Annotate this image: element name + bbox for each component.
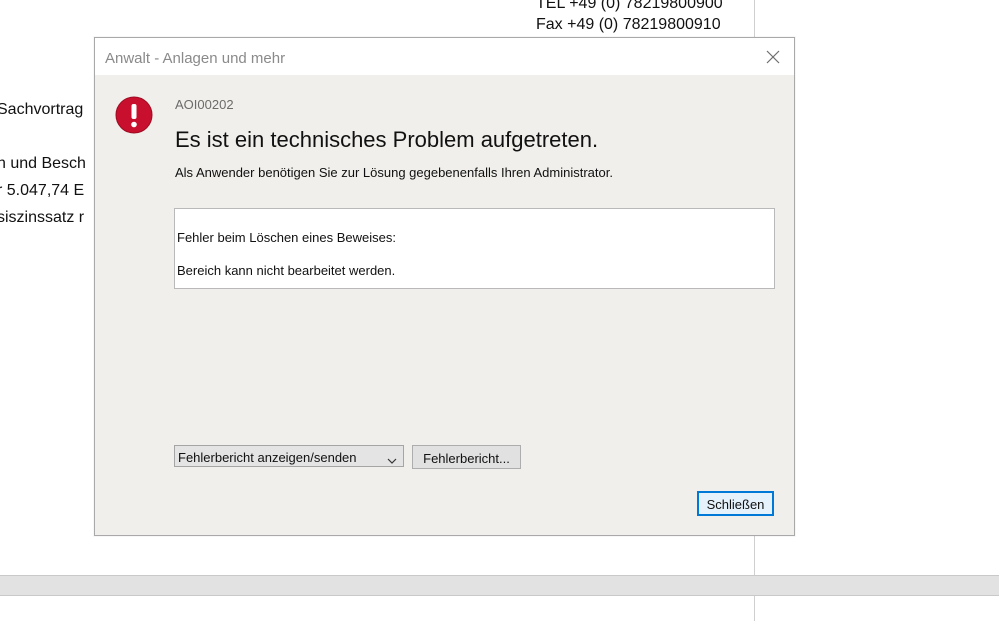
doc-text-line-1: Sachvortrag	[0, 101, 84, 118]
doc-tel-line: TEL +49 (0) 78219800900	[536, 0, 723, 12]
screen: TEL +49 (0) 78219800900 Fax +49 (0) 7821…	[0, 0, 999, 621]
error-subtitle: Als Anwender benötigen Sie zur Lösung ge…	[175, 165, 613, 180]
error-heading: Es ist ein technisches Problem aufgetret…	[175, 127, 599, 152]
close-button[interactable]: Schließen	[697, 491, 774, 516]
error-dialog: Anwalt - Anlagen und mehr AOI00202 Es is…	[94, 37, 795, 536]
error-details-box: Fehler beim Löschen eines Beweises: Bere…	[174, 208, 775, 289]
doc-fax-line: Fax +49 (0) 78219800910	[536, 16, 721, 33]
error-detail-line-2: Bereich kann nicht bearbeitet werden.	[177, 263, 396, 278]
doc-text-line-4: siszinssatz r	[0, 209, 85, 226]
chevron-down-icon	[387, 452, 397, 464]
doc-text-line-2: n und Besch	[0, 155, 86, 172]
dialog-title: Anwalt - Anlagen und mehr	[105, 50, 286, 67]
dialog-titlebar[interactable]: Anwalt - Anlagen und mehr	[95, 38, 794, 75]
error-icon	[115, 96, 153, 134]
page-edge-lower	[754, 595, 755, 621]
error-code: AOI00202	[175, 97, 234, 112]
horizontal-scrollbar[interactable]	[0, 575, 999, 596]
close-button-label: Schließen	[706, 497, 765, 512]
close-icon[interactable]	[760, 44, 786, 70]
report-action-select[interactable]: Fehlerbericht anzeigen/senden	[174, 445, 404, 467]
error-report-button-label: Fehlerbericht...	[423, 451, 510, 466]
error-detail-line-1: Fehler beim Löschen eines Beweises:	[177, 230, 396, 245]
report-action-select-value: Fehlerbericht anzeigen/senden	[178, 450, 357, 465]
doc-text-line-3: r 5.047,74 E	[0, 182, 85, 199]
error-report-button[interactable]: Fehlerbericht...	[412, 445, 521, 469]
